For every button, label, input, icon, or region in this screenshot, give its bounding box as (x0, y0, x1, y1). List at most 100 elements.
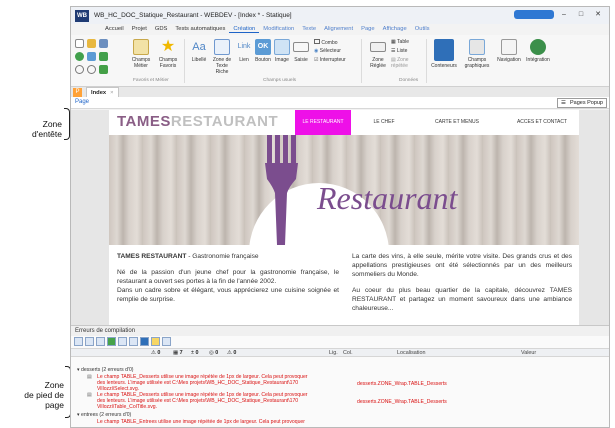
interrupteur-button[interactable]: ☑ Interrupteur (314, 57, 358, 63)
filter-all-icon[interactable] (74, 337, 83, 346)
document-tabs: P Index × (71, 87, 609, 97)
champs-favoris-button[interactable]: ★ Champs Favoris (155, 39, 181, 70)
conteneurs-button[interactable]: Conteneurs (429, 39, 459, 69)
brand-tames: TAMES (117, 113, 171, 130)
col-header-value[interactable]: Valeur (521, 350, 536, 356)
error-count-value: 0 (157, 349, 161, 356)
warning-count[interactable]: ▦ 7 (173, 350, 183, 356)
window-title: WB_HC_DOC_Statique_Restaurant - WEBDEV -… (94, 12, 292, 19)
menu-item[interactable]: Création (229, 26, 260, 33)
footer-zone-annotation: Zone de pied de page (6, 380, 64, 410)
liste-button[interactable]: ☰ Liste (391, 48, 421, 54)
zone-texte-riche-button[interactable]: Zone de Texte Riche (210, 39, 234, 75)
menu-item[interactable]: Affichage (379, 26, 411, 32)
navigation-label: Navigation (497, 57, 521, 63)
annotation-line: Zone (42, 119, 62, 129)
nav-link[interactable]: ACCES ET CONTACT (497, 110, 587, 135)
image-button[interactable]: Image (273, 39, 291, 63)
col-header-col[interactable]: Col. (343, 350, 353, 356)
menu-item[interactable]: Alignement (320, 26, 357, 32)
hero-script-title: Restaurant (316, 180, 459, 216)
libelle-button[interactable]: Aa Libellé (189, 39, 209, 63)
ok-count[interactable]: ◎ 0 (209, 350, 218, 356)
ribbon-menu: Accueil Projet GDS Tests automatiques Créati… (101, 24, 434, 34)
grid-icon[interactable] (99, 52, 108, 61)
close-icon[interactable]: ✕ (591, 10, 605, 19)
bouton-button[interactable]: OK Bouton (254, 39, 272, 63)
menu-item[interactable]: Accueil (101, 26, 128, 32)
redo-icon[interactable] (87, 65, 96, 74)
pages-popup-button[interactable]: ☰ Pages Popup (557, 98, 607, 108)
tab-index[interactable]: Index × (86, 87, 119, 97)
nav-link[interactable]: LE CHEF (351, 110, 417, 135)
zone-reglee-button[interactable]: Zone Réglée (367, 39, 389, 69)
close-tab-icon[interactable]: × (110, 90, 113, 96)
expand-icon[interactable]: ▾ (77, 412, 80, 418)
menu-item[interactable]: Texte (298, 26, 320, 32)
menu-item[interactable]: Outils (411, 26, 434, 32)
menu-item[interactable]: Page (357, 26, 379, 32)
col-header-location[interactable]: Localisation (397, 350, 425, 356)
palette-icon[interactable] (75, 52, 84, 61)
run-icon[interactable] (99, 65, 108, 74)
save-icon[interactable] (99, 39, 108, 48)
combo-button[interactable]: Combo (314, 39, 354, 46)
page-label[interactable]: Page (75, 99, 89, 105)
annotation-line: d'entête (32, 129, 62, 139)
nav-link[interactable]: LE RESTAURANT (295, 110, 351, 135)
error-row[interactable]: ▤ Le champ TABLE_Desserts utilise une im… (87, 392, 317, 410)
annotation-line: de pied de (24, 390, 64, 400)
menu-item[interactable]: Tests automatiques (171, 26, 229, 32)
info-count[interactable]: ± 0 (191, 350, 198, 356)
webdev-window: WB WB_HC_DOC_Statique_Restaurant - WEBDE… (70, 6, 610, 428)
mode-filter-icon[interactable] (162, 337, 171, 346)
col-header-line[interactable]: Lig. (329, 350, 338, 356)
site-header: TAMESRESTAURANT LE RESTAURANT LE CHEF CART… (109, 110, 579, 135)
champs-metier-button[interactable]: Champs Métier (129, 39, 153, 69)
error-count[interactable]: ⚠ 0 (151, 350, 160, 356)
expand-icon[interactable]: ▾ (77, 367, 80, 373)
filter-project-icon[interactable] (96, 337, 105, 346)
champs-graphiques-button[interactable]: Champs graphiques (460, 39, 494, 69)
filter-page-icon[interactable] (85, 337, 94, 346)
zone-repetee-button[interactable]: ▤ Zone répétée (391, 57, 425, 69)
group-label: entrees (2 erreurs d'0) (80, 412, 132, 418)
selecteur-button[interactable]: ◉ Sélecteur (314, 48, 354, 54)
integration-button[interactable]: Intégration (523, 39, 553, 63)
error-group-entrees[interactable]: ▾ entrees (2 erreurs d'0) (77, 412, 609, 418)
group-label: desserts (2 erreurs d'0) (80, 367, 134, 373)
filter-green-icon[interactable] (107, 337, 116, 346)
quick-access-row3 (75, 65, 123, 74)
assistant-button[interactable] (514, 10, 554, 19)
error-row[interactable]: ▤ Le champ TABLE_Desserts utilise une im… (87, 374, 317, 392)
annotation-line: page (45, 400, 64, 410)
maximize-icon[interactable]: □ (574, 10, 588, 19)
intro-paragraph-1: Né de la passion d'un jeune chef pour la… (117, 269, 339, 285)
alert-count[interactable]: ⚠ 0 (227, 350, 236, 356)
error-row[interactable]: Le champ TABLE_Entrees utilise une image… (97, 419, 397, 425)
warning-filter-icon[interactable] (129, 337, 138, 346)
undo-icon[interactable] (75, 65, 84, 74)
new-icon[interactable] (75, 39, 84, 48)
table-button[interactable]: ▦ Table (391, 39, 421, 45)
ribbon-separator (426, 39, 427, 83)
nav-link[interactable]: CARTE ET MENUS (417, 110, 497, 135)
error-group-desserts[interactable]: ▾ desserts (2 erreurs d'0) (77, 367, 609, 373)
note-filter-icon[interactable] (151, 337, 160, 346)
alert-count-value: 0 (233, 349, 237, 356)
menu-item[interactable]: Projet (128, 26, 151, 32)
link-chain-icon[interactable] (118, 337, 127, 346)
navigation-button[interactable]: Navigation (495, 39, 523, 63)
libelle-label: Libellé (191, 57, 207, 63)
menu-item[interactable]: GDS (151, 26, 172, 32)
info-filter-icon[interactable] (140, 337, 149, 346)
compile-icon[interactable] (87, 52, 96, 61)
brand-restaurant: RESTAURANT (170, 113, 279, 130)
minimize-icon[interactable]: – (557, 10, 571, 19)
lien-button[interactable]: Link Lien (235, 39, 253, 63)
menu-item[interactable]: Modification (259, 26, 298, 32)
open-icon[interactable] (87, 39, 96, 48)
saisie-button[interactable]: Saisie (292, 39, 310, 63)
error-location: desserts.ZONE_Wrap.TABLE_Desserts (357, 399, 447, 405)
ribbon-separator (184, 39, 185, 83)
